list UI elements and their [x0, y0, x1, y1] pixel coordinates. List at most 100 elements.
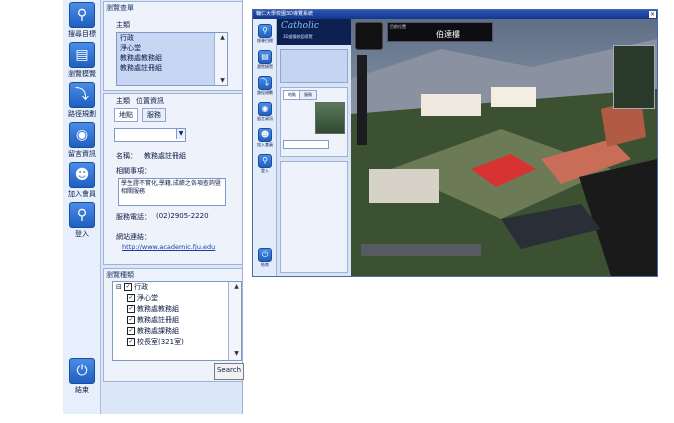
tab-service[interactable]: 服務 [142, 108, 166, 122]
tree-item[interactable]: ✓ 教務處教務組 [113, 304, 241, 315]
tree-item[interactable]: ✓ 淨心堂 [113, 293, 241, 304]
collapse-icon[interactable]: ⊟ [116, 283, 122, 291]
close-icon[interactable]: × [649, 11, 656, 18]
category-tree[interactable]: ⊟ ✓ 行政 ✓ 淨心堂 ✓ 教務處教務組 ✓ 教務處註冊組 ✓ 教務處課務組 ✓ 校長室(… [112, 281, 242, 361]
checkbox-icon[interactable]: ✓ [124, 283, 133, 291]
layers-icon: ▤ [258, 50, 272, 64]
building-photo [315, 102, 345, 134]
chevron-down-icon[interactable]: ▼ [176, 129, 185, 139]
key-icon: ⚲ [258, 154, 272, 168]
nav-message-button[interactable]: ◉ 留言資訊 [254, 101, 276, 127]
name-label: 名稱： [116, 152, 137, 160]
left-nav-sidebar: ⚲ 搜尋目標 ▤ 瀏覽模覽 ⤵ 路徑規劃 ◉ 留言資訊 ☻ 加入會員 ⚲ 登入 … [63, 0, 101, 414]
nav-login-button[interactable]: ⚲ 登入 [254, 153, 276, 179]
checkbox-icon[interactable]: ✓ [127, 338, 135, 346]
building-dropdown[interactable]: ▼ [114, 128, 186, 142]
nav-join-button[interactable]: ☻ 加入會員 [254, 127, 276, 153]
app-nav-sidebar: ⚲ 搜尋目標 ▤ 瀏覽模覽 ⤵ 路徑規劃 ◉ 留言資訊 ☻ 加入會員 ⚲ 登入 ⏻ 結束 [253, 19, 277, 276]
key-icon: ⚲ [69, 202, 95, 228]
nav-search-button[interactable]: ⚲ 搜尋目標 [254, 23, 276, 49]
tree-item[interactable]: ✓ 校長室(321室) [113, 337, 241, 348]
nav-browse-button[interactable]: ▤ 瀏覽模覽 [254, 49, 276, 75]
nav-search-button[interactable]: ⚲ 搜尋目標 [65, 0, 99, 44]
brand-subtitle: 3D虛擬校園導覽 [283, 34, 313, 39]
compass-icon[interactable] [355, 22, 383, 50]
mini-tree[interactable] [280, 161, 348, 273]
scroll-up-icon[interactable]: ▲ [218, 33, 227, 42]
list-item[interactable]: 淨心堂 [117, 43, 227, 53]
detail-tabs: 地點 服務 [114, 108, 174, 122]
category-list[interactable]: 行政 淨心堂 教務處教務組 教務處註冊組 ▲ ▼ [116, 32, 228, 86]
list-item[interactable]: 行政 [117, 33, 227, 43]
nav-browse-button[interactable]: ▤ 瀏覽模覽 [65, 40, 99, 84]
checkbox-icon[interactable]: ✓ [127, 294, 135, 302]
checkbox-icon[interactable]: ✓ [127, 305, 135, 313]
category-label: 主類 [116, 97, 130, 105]
description-box[interactable]: 學生證不實化,學籍,成績之各項查詢暨相關服務 [118, 178, 226, 206]
building-label-box: 目前位置 伯達樓 [387, 22, 493, 42]
checkbox-icon[interactable]: ✓ [127, 327, 135, 335]
search-button[interactable]: Search [214, 363, 244, 380]
campus-3d-scene [351, 19, 657, 276]
window-title: 輔仁大學校園3D導覽系統 [256, 11, 314, 17]
checkbox-icon[interactable]: ✓ [127, 316, 135, 324]
phone-value: (02)2905-2220 [156, 212, 209, 220]
nav-route-button[interactable]: ⤵ 路徑規劃 [65, 80, 99, 124]
section-title: 位置資訊 [136, 97, 164, 105]
nav-exit-button[interactable]: ⏻ 結束 [254, 247, 276, 273]
location-label: 目前位置 [390, 24, 406, 29]
phone-label: 服務電話： [116, 213, 151, 221]
tab-service[interactable]: 服務 [299, 90, 317, 100]
app-window: 輔仁大學校園3D導覽系統 × ⚲ 搜尋目標 ▤ 瀏覽模覽 ⤵ 路徑規劃 ◉ 留言資訊 ☻… [252, 9, 658, 277]
url-label: 網站連結： [116, 233, 151, 241]
scroll-down-icon[interactable]: ▼ [232, 349, 241, 358]
building-dropdown[interactable] [283, 140, 329, 149]
power-icon: ⏻ [69, 358, 95, 384]
brand-header: Catholic 3D虛擬校園導覽 [277, 19, 351, 45]
category-tree-section: 瀏覽種類 ⊟ ✓ 行政 ✓ 淨心堂 ✓ 教務處教務組 ✓ 教務處註冊組 ✓ 教務處課務組 … [103, 268, 244, 382]
mini-list[interactable] [280, 49, 348, 83]
route-icon: ⤵ [69, 82, 95, 108]
campus-3d-view[interactable]: 目前位置 伯達樓 [351, 19, 657, 276]
category-label: 主類 [116, 21, 130, 29]
building-name: 伯達樓 [436, 30, 460, 39]
scroll-down-icon[interactable]: ▼ [218, 76, 227, 85]
list-scrollbar[interactable]: ▲ ▼ [214, 33, 227, 85]
section-title: 瀏覽查單 [106, 4, 134, 12]
website-link[interactable]: http://www.academic.fju.edu [122, 243, 215, 251]
section-title: 瀏覽種類 [106, 271, 134, 279]
tree-item[interactable]: ✓ 教務處註冊組 [113, 315, 241, 326]
person-icon: ☻ [69, 162, 95, 188]
power-icon: ⏻ [258, 248, 272, 262]
browse-list-section: 瀏覽查單 主類 行政 淨心堂 教務處教務組 教務處註冊組 ▲ ▼ [103, 1, 243, 91]
speech-bubble-icon: ◉ [69, 122, 95, 148]
layers-icon: ▤ [69, 42, 95, 68]
name-value: 教務處註冊組 [144, 152, 186, 160]
tree-item[interactable]: ✓ 教務處課務組 [113, 326, 241, 337]
nav-route-button[interactable]: ⤵ 路徑規劃 [254, 75, 276, 101]
nav-join-button[interactable]: ☻ 加入會員 [65, 160, 99, 204]
brand-logo: Catholic [281, 21, 319, 31]
list-item[interactable]: 教務處教務組 [117, 53, 227, 63]
magnifier-icon: ⚲ [258, 24, 272, 38]
left-zoomed-panel: ⚲ 搜尋目標 ▤ 瀏覽模覽 ⤵ 路徑規劃 ◉ 留言資訊 ☻ 加入會員 ⚲ 登入 … [63, 0, 244, 414]
location-info-section: 主類 位置資訊 地點 服務 ▼ 名稱： 教務處註冊組 相關事項： 學生證不實化,… [103, 93, 243, 265]
tree-root[interactable]: ⊟ ✓ 行政 [113, 282, 241, 293]
window-titlebar: 輔仁大學校園3D導覽系統 × [253, 10, 657, 19]
list-item[interactable]: 教務處註冊組 [117, 63, 227, 73]
mini-detail: 地點 服務 [280, 87, 348, 157]
speech-bubble-icon: ◉ [258, 102, 272, 116]
tree-scrollbar[interactable]: ▲ ▼ [228, 282, 241, 360]
nav-message-button[interactable]: ◉ 留言資訊 [65, 120, 99, 164]
person-icon: ☻ [258, 128, 272, 142]
magnifier-icon: ⚲ [69, 2, 95, 28]
toolbar-strip[interactable] [357, 55, 367, 145]
description-label: 相關事項： [116, 167, 151, 175]
minimap[interactable] [613, 45, 655, 109]
tab-location[interactable]: 地點 [114, 108, 138, 122]
nav-login-button[interactable]: ⚲ 登入 [65, 200, 99, 244]
scroll-up-icon[interactable]: ▲ [232, 282, 241, 291]
nav-exit-button[interactable]: ⏻ 結束 [65, 356, 99, 400]
route-icon: ⤵ [258, 76, 272, 90]
app-side-panel: Catholic 3D虛擬校園導覽 地點 服務 [277, 19, 351, 276]
